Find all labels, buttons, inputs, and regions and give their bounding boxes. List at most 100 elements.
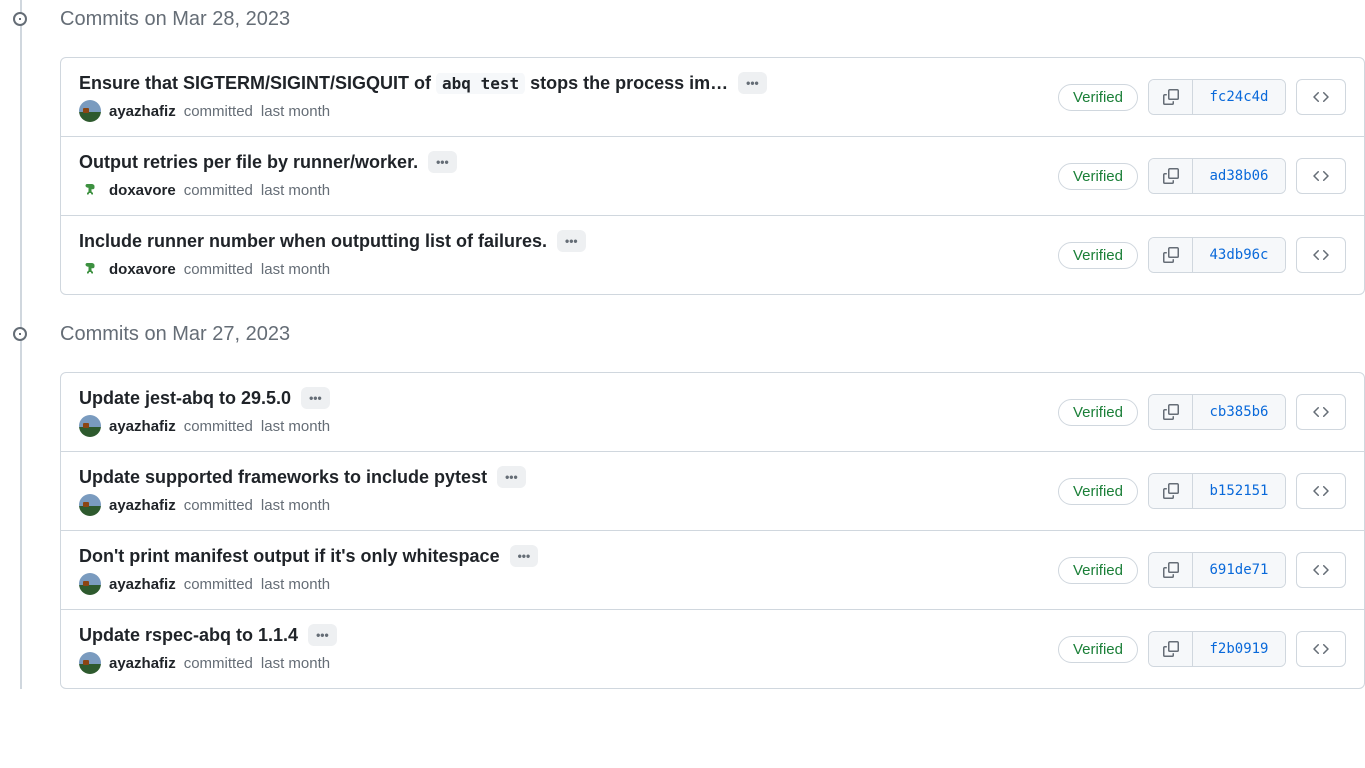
- expand-description-button[interactable]: •••: [557, 230, 586, 252]
- sha-button-group: b152151: [1148, 473, 1286, 509]
- copy-icon: [1163, 247, 1179, 263]
- author-link[interactable]: ayazhafiz: [109, 497, 176, 514]
- commit-sha-link[interactable]: b152151: [1193, 474, 1285, 508]
- code-icon: [1313, 89, 1329, 105]
- sha-button-group: cb385b6: [1148, 394, 1286, 430]
- verified-badge[interactable]: Verified: [1058, 557, 1138, 584]
- expand-description-button[interactable]: •••: [497, 466, 526, 488]
- browse-repo-button[interactable]: [1296, 158, 1346, 194]
- avatar[interactable]: [79, 258, 101, 280]
- copy-sha-button[interactable]: [1149, 474, 1193, 508]
- timeline-marker-icon: [13, 327, 27, 341]
- author-link[interactable]: doxavore: [109, 261, 176, 278]
- commit-title-pre: Don't print manifest output if it's only…: [79, 546, 500, 566]
- commit-title-post: stops the process im…: [525, 73, 728, 93]
- sha-button-group: ad38b06: [1148, 158, 1286, 194]
- expand-description-button[interactable]: •••: [301, 387, 330, 409]
- expand-description-button[interactable]: •••: [428, 151, 457, 173]
- commit-title-pre: Update supported frameworks to include p…: [79, 467, 487, 487]
- commit-info: Output retries per file by runner/worker…: [79, 151, 1042, 201]
- code-icon: [1313, 562, 1329, 578]
- author-link[interactable]: ayazhafiz: [109, 655, 176, 672]
- commit-title-link[interactable]: Update supported frameworks to include p…: [79, 467, 487, 488]
- committed-label: committed: [184, 655, 253, 672]
- verified-badge[interactable]: Verified: [1058, 636, 1138, 663]
- browse-repo-button[interactable]: [1296, 631, 1346, 667]
- author-link[interactable]: ayazhafiz: [109, 103, 176, 120]
- commit-title-link[interactable]: Update rspec-abq to 1.1.4: [79, 625, 298, 646]
- author-link[interactable]: ayazhafiz: [109, 576, 176, 593]
- copy-icon: [1163, 89, 1179, 105]
- copy-icon: [1163, 641, 1179, 657]
- commit-info: Update jest-abq to 29.5.0 ••• ayazhafiz …: [79, 387, 1042, 437]
- committed-label: committed: [184, 576, 253, 593]
- author-link[interactable]: doxavore: [109, 182, 176, 199]
- date-label: Commits on Mar 27, 2023: [60, 323, 290, 345]
- code-icon: [1313, 247, 1329, 263]
- commit-time: last month: [261, 103, 330, 120]
- commit-sha-link[interactable]: fc24c4d: [1193, 80, 1285, 114]
- commit-sha-link[interactable]: cb385b6: [1193, 395, 1285, 429]
- expand-description-button[interactable]: •••: [510, 545, 539, 567]
- verified-badge[interactable]: Verified: [1058, 84, 1138, 111]
- copy-sha-button[interactable]: [1149, 553, 1193, 587]
- commit-timeline: Commits on Mar 28, 2023 Ensure that SIGT…: [0, 0, 1365, 689]
- avatar[interactable]: [79, 494, 101, 516]
- verified-badge[interactable]: Verified: [1058, 242, 1138, 269]
- commit-item: Don't print manifest output if it's only…: [61, 530, 1364, 609]
- commit-sha-link[interactable]: ad38b06: [1193, 159, 1285, 193]
- browse-repo-button[interactable]: [1296, 79, 1346, 115]
- avatar[interactable]: [79, 415, 101, 437]
- commit-sha-link[interactable]: 43db96c: [1193, 238, 1285, 272]
- commit-sha-link[interactable]: f2b0919: [1193, 632, 1285, 666]
- commit-time: last month: [261, 261, 330, 278]
- commit-sha-link[interactable]: 691de71: [1193, 553, 1285, 587]
- copy-icon: [1163, 404, 1179, 420]
- copy-sha-button[interactable]: [1149, 159, 1193, 193]
- expand-description-button[interactable]: •••: [738, 72, 767, 94]
- sha-button-group: fc24c4d: [1148, 79, 1286, 115]
- copy-sha-button[interactable]: [1149, 632, 1193, 666]
- copy-icon: [1163, 562, 1179, 578]
- browse-repo-button[interactable]: [1296, 394, 1346, 430]
- commit-title-link[interactable]: Don't print manifest output if it's only…: [79, 546, 500, 567]
- avatar[interactable]: [79, 179, 101, 201]
- committed-label: committed: [184, 182, 253, 199]
- author-link[interactable]: ayazhafiz: [109, 418, 176, 435]
- date-header: Commits on Mar 27, 2023: [30, 315, 1365, 354]
- avatar[interactable]: [79, 573, 101, 595]
- timeline-line: [20, 0, 22, 689]
- code-icon: [1313, 404, 1329, 420]
- commit-title-link[interactable]: Output retries per file by runner/worker…: [79, 152, 418, 173]
- copy-sha-button[interactable]: [1149, 80, 1193, 114]
- avatar[interactable]: [79, 652, 101, 674]
- committed-label: committed: [184, 103, 253, 120]
- commit-title-pre: Update rspec-abq to 1.1.4: [79, 625, 298, 645]
- date-header: Commits on Mar 28, 2023: [30, 0, 1365, 39]
- commit-item: Update jest-abq to 29.5.0 ••• ayazhafiz …: [61, 373, 1364, 451]
- browse-repo-button[interactable]: [1296, 552, 1346, 588]
- commit-title-code: abq test: [436, 73, 525, 94]
- commit-item: Update supported frameworks to include p…: [61, 451, 1364, 530]
- expand-description-button[interactable]: •••: [308, 624, 337, 646]
- verified-badge[interactable]: Verified: [1058, 163, 1138, 190]
- commit-time: last month: [261, 497, 330, 514]
- browse-repo-button[interactable]: [1296, 473, 1346, 509]
- commit-title-link[interactable]: Update jest-abq to 29.5.0: [79, 388, 291, 409]
- code-icon: [1313, 168, 1329, 184]
- commit-title-pre: Update jest-abq to 29.5.0: [79, 388, 291, 408]
- verified-badge[interactable]: Verified: [1058, 478, 1138, 505]
- copy-sha-button[interactable]: [1149, 238, 1193, 272]
- commit-title-link[interactable]: Include runner number when outputting li…: [79, 231, 547, 252]
- committed-label: committed: [184, 261, 253, 278]
- copy-sha-button[interactable]: [1149, 395, 1193, 429]
- commit-title-link[interactable]: Ensure that SIGTERM/SIGINT/SIGQUIT of ab…: [79, 73, 728, 94]
- commit-info: Update supported frameworks to include p…: [79, 466, 1042, 516]
- commit-time: last month: [261, 655, 330, 672]
- commit-info: Update rspec-abq to 1.1.4 ••• ayazhafiz …: [79, 624, 1042, 674]
- commit-time: last month: [261, 182, 330, 199]
- avatar[interactable]: [79, 100, 101, 122]
- commit-time: last month: [261, 418, 330, 435]
- verified-badge[interactable]: Verified: [1058, 399, 1138, 426]
- browse-repo-button[interactable]: [1296, 237, 1346, 273]
